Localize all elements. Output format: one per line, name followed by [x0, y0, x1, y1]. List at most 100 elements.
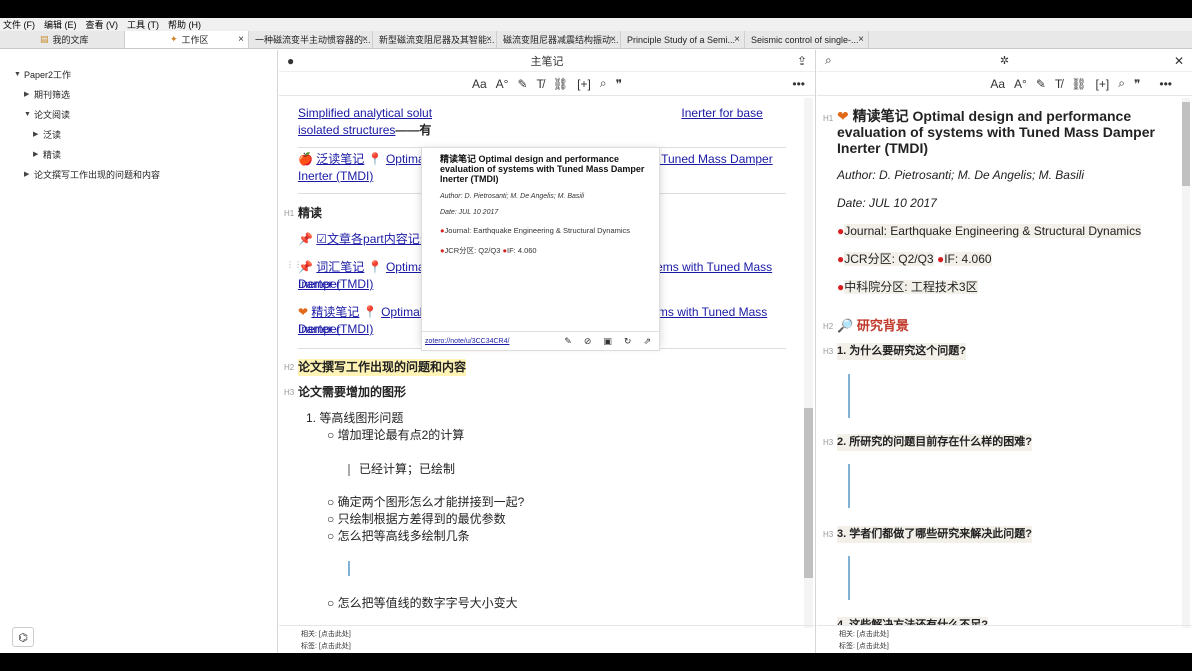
- quote-icon[interactable]: ❞: [616, 77, 622, 91]
- tags-field[interactable]: 标签: [点击此处]: [839, 641, 1192, 653]
- text-format-icon[interactable]: Aa: [990, 77, 1005, 91]
- cihui-prefix[interactable]: 词汇笔记: [316, 260, 364, 274]
- note-footer: 相关: [点击此处] 标签: [点击此处]: [279, 625, 815, 653]
- outline-search-icon[interactable]: ⌕: [825, 53, 832, 68]
- text-color-icon[interactable]: A°: [1014, 77, 1027, 91]
- right-if: IF: 4.060: [944, 252, 992, 266]
- insert-citation-icon[interactable]: [+]: [577, 77, 591, 91]
- tree-item-paper-reading[interactable]: ▼ 论文阅读: [0, 104, 277, 124]
- jd-prefix[interactable]: 精读笔记: [311, 305, 359, 319]
- tree-item-journal-filter[interactable]: ▶ 期刊筛选: [0, 84, 277, 104]
- right-title-text: 精读笔记 Optimal design and performance eval…: [837, 108, 1155, 156]
- search-icon[interactable]: ⌕: [600, 76, 607, 91]
- close-icon[interactable]: ×: [486, 34, 492, 45]
- note-content[interactable]: Simplified analytical solut Inerter for …: [279, 98, 801, 626]
- tree-item-label: 泛读: [43, 129, 62, 140]
- tree-item-writing-issues[interactable]: ▶ 论文撰写工作出现的问题和内容: [0, 164, 277, 184]
- tab-my-library[interactable]: ▤ 我的文库: [0, 31, 125, 48]
- link-icon[interactable]: ⛓: [1071, 77, 1086, 91]
- edit-icon[interactable]: ✎: [564, 336, 572, 347]
- tree-item-paper2[interactable]: ▼ Paper2工作: [0, 64, 277, 84]
- more-icon[interactable]: •••: [792, 77, 805, 91]
- clear-format-icon[interactable]: T̸: [1055, 77, 1062, 91]
- note-scrollbar-thumb[interactable]: [804, 408, 813, 578]
- tab-document-2[interactable]: 新型磁流变阻尼器及其智能... ×: [373, 31, 497, 48]
- menu-view[interactable]: 查看 (V): [86, 18, 119, 31]
- list-item: ○ 增加理论最有点2的计算: [327, 428, 465, 442]
- note-pane-header: ● 主笔记 ⇪: [279, 50, 815, 72]
- simplified-link-c[interactable]: isolated structures: [298, 123, 395, 137]
- note-pane-title: 主笔记: [530, 55, 564, 68]
- tab-workspace[interactable]: ✦ 工作区 ×: [125, 31, 249, 48]
- tab-document-1[interactable]: 一种磁流变半主动惯容器的... ×: [249, 31, 373, 48]
- chevron-down-icon[interactable]: ▼: [14, 71, 24, 78]
- highlight-icon[interactable]: ✎: [1036, 77, 1046, 91]
- tree-item-intensive[interactable]: ▶ 精读: [0, 144, 277, 164]
- close-icon[interactable]: ×: [858, 34, 864, 45]
- open-external-icon[interactable]: ⇗: [643, 336, 651, 347]
- simplified-link-b[interactable]: Inerter for base: [681, 106, 762, 120]
- quote-icon[interactable]: ❞: [1134, 77, 1140, 91]
- tab-document-3[interactable]: 磁流变阻尼器减震结构振动... ×: [497, 31, 621, 48]
- quote-bar: [348, 464, 350, 476]
- mind-map-icon[interactable]: ✲: [1000, 54, 1009, 67]
- research-bg-heading: 🔎 研究背景: [837, 317, 909, 334]
- tab-document-5[interactable]: Seismic control of single-... ×: [745, 31, 869, 48]
- close-icon[interactable]: ×: [610, 34, 616, 45]
- popup-title: 精读笔记 Optimal design and performance eval…: [440, 154, 645, 184]
- screen-bottom-border: [0, 653, 1192, 671]
- popup-journal-row: ●Journal: Earthquake Engineering & Struc…: [440, 226, 651, 235]
- simplified-link-a[interactable]: Simplified analytical solut: [298, 106, 432, 120]
- right-scrollbar-thumb[interactable]: [1182, 102, 1190, 186]
- menu-help[interactable]: 帮助 (H): [168, 18, 201, 31]
- text-format-icon[interactable]: Aa: [472, 77, 487, 91]
- fandu-title-c[interactable]: Inerter (TMDI): [298, 169, 373, 183]
- jd-title-b[interactable]: Inerter (TMDI): [298, 322, 373, 336]
- chevron-down-icon[interactable]: ▼: [24, 111, 34, 118]
- chevron-right-icon[interactable]: ▶: [24, 90, 34, 98]
- right-note-content[interactable]: H1 ❤ 精读笔记 Optimal design and performance…: [817, 98, 1180, 626]
- close-icon[interactable]: ×: [238, 34, 244, 45]
- more-icon[interactable]: •••: [1159, 77, 1172, 91]
- list-item: ○ 只绘制根据方差得到的最优参数: [327, 512, 506, 526]
- outline-mode-button[interactable]: ⌬: [12, 627, 34, 647]
- highlight-icon[interactable]: ✎: [517, 77, 527, 91]
- heading-level-icon: H2: [823, 322, 834, 331]
- text-color-icon[interactable]: A°: [496, 77, 509, 91]
- simplified-link-line: Simplified analytical solut Inerter for …: [298, 105, 763, 122]
- link-icon[interactable]: ⛓: [553, 77, 568, 91]
- export-icon[interactable]: ⇪: [797, 54, 807, 68]
- tab-label: 一种磁流变半主动惯容器的...: [255, 35, 371, 45]
- popup-date: Date: JUL 10 2017: [440, 209, 499, 216]
- close-icon[interactable]: ×: [734, 34, 740, 45]
- section-heading: 论文撰写工作出现的问题和内容: [298, 359, 467, 376]
- simplified-suffix: ——有: [395, 123, 432, 137]
- pin-icon: 📍: [367, 152, 383, 166]
- popup-link-url[interactable]: zotero://note/u/3CC34CR4/: [425, 338, 509, 345]
- checklist-link[interactable]: ☑文章各part内容记录: [316, 232, 431, 246]
- insert-citation-icon[interactable]: [+]: [1096, 77, 1110, 91]
- cihui-title-b[interactable]: Inerter (TMDI): [298, 277, 373, 291]
- search-icon[interactable]: ⌕: [1118, 76, 1125, 91]
- heading-level-icon: H3: [823, 438, 834, 447]
- menu-tools[interactable]: 工具 (T): [127, 18, 159, 31]
- related-field[interactable]: 相关: [点击此处]: [301, 629, 815, 641]
- menu-edit[interactable]: 编辑 (E): [44, 18, 77, 31]
- chevron-right-icon[interactable]: ▶: [33, 150, 43, 158]
- chevron-right-icon[interactable]: ▶: [33, 130, 43, 138]
- close-icon[interactable]: ×: [362, 34, 368, 45]
- close-icon[interactable]: ✕: [1174, 54, 1184, 68]
- tags-field[interactable]: 标签: [点击此处]: [301, 641, 815, 653]
- menu-file[interactable]: 文件 (F): [3, 18, 35, 31]
- tab-document-4[interactable]: Principle Study of a Semi... ×: [621, 31, 745, 48]
- chevron-right-icon[interactable]: ▶: [24, 170, 34, 178]
- refresh-icon[interactable]: ↻: [624, 336, 632, 347]
- unlink-icon[interactable]: ⊘: [584, 336, 592, 347]
- tree-item-skim[interactable]: ▶ 泛读: [0, 124, 277, 144]
- related-field[interactable]: 相关: [点击此处]: [839, 629, 1192, 641]
- note-icon[interactable]: ●: [287, 54, 294, 68]
- open-note-icon[interactable]: ▣: [603, 336, 612, 347]
- heading-level-icon: H1: [823, 114, 834, 123]
- clear-format-icon[interactable]: T̸: [537, 77, 544, 91]
- fandu-prefix[interactable]: 泛读笔记: [316, 152, 364, 166]
